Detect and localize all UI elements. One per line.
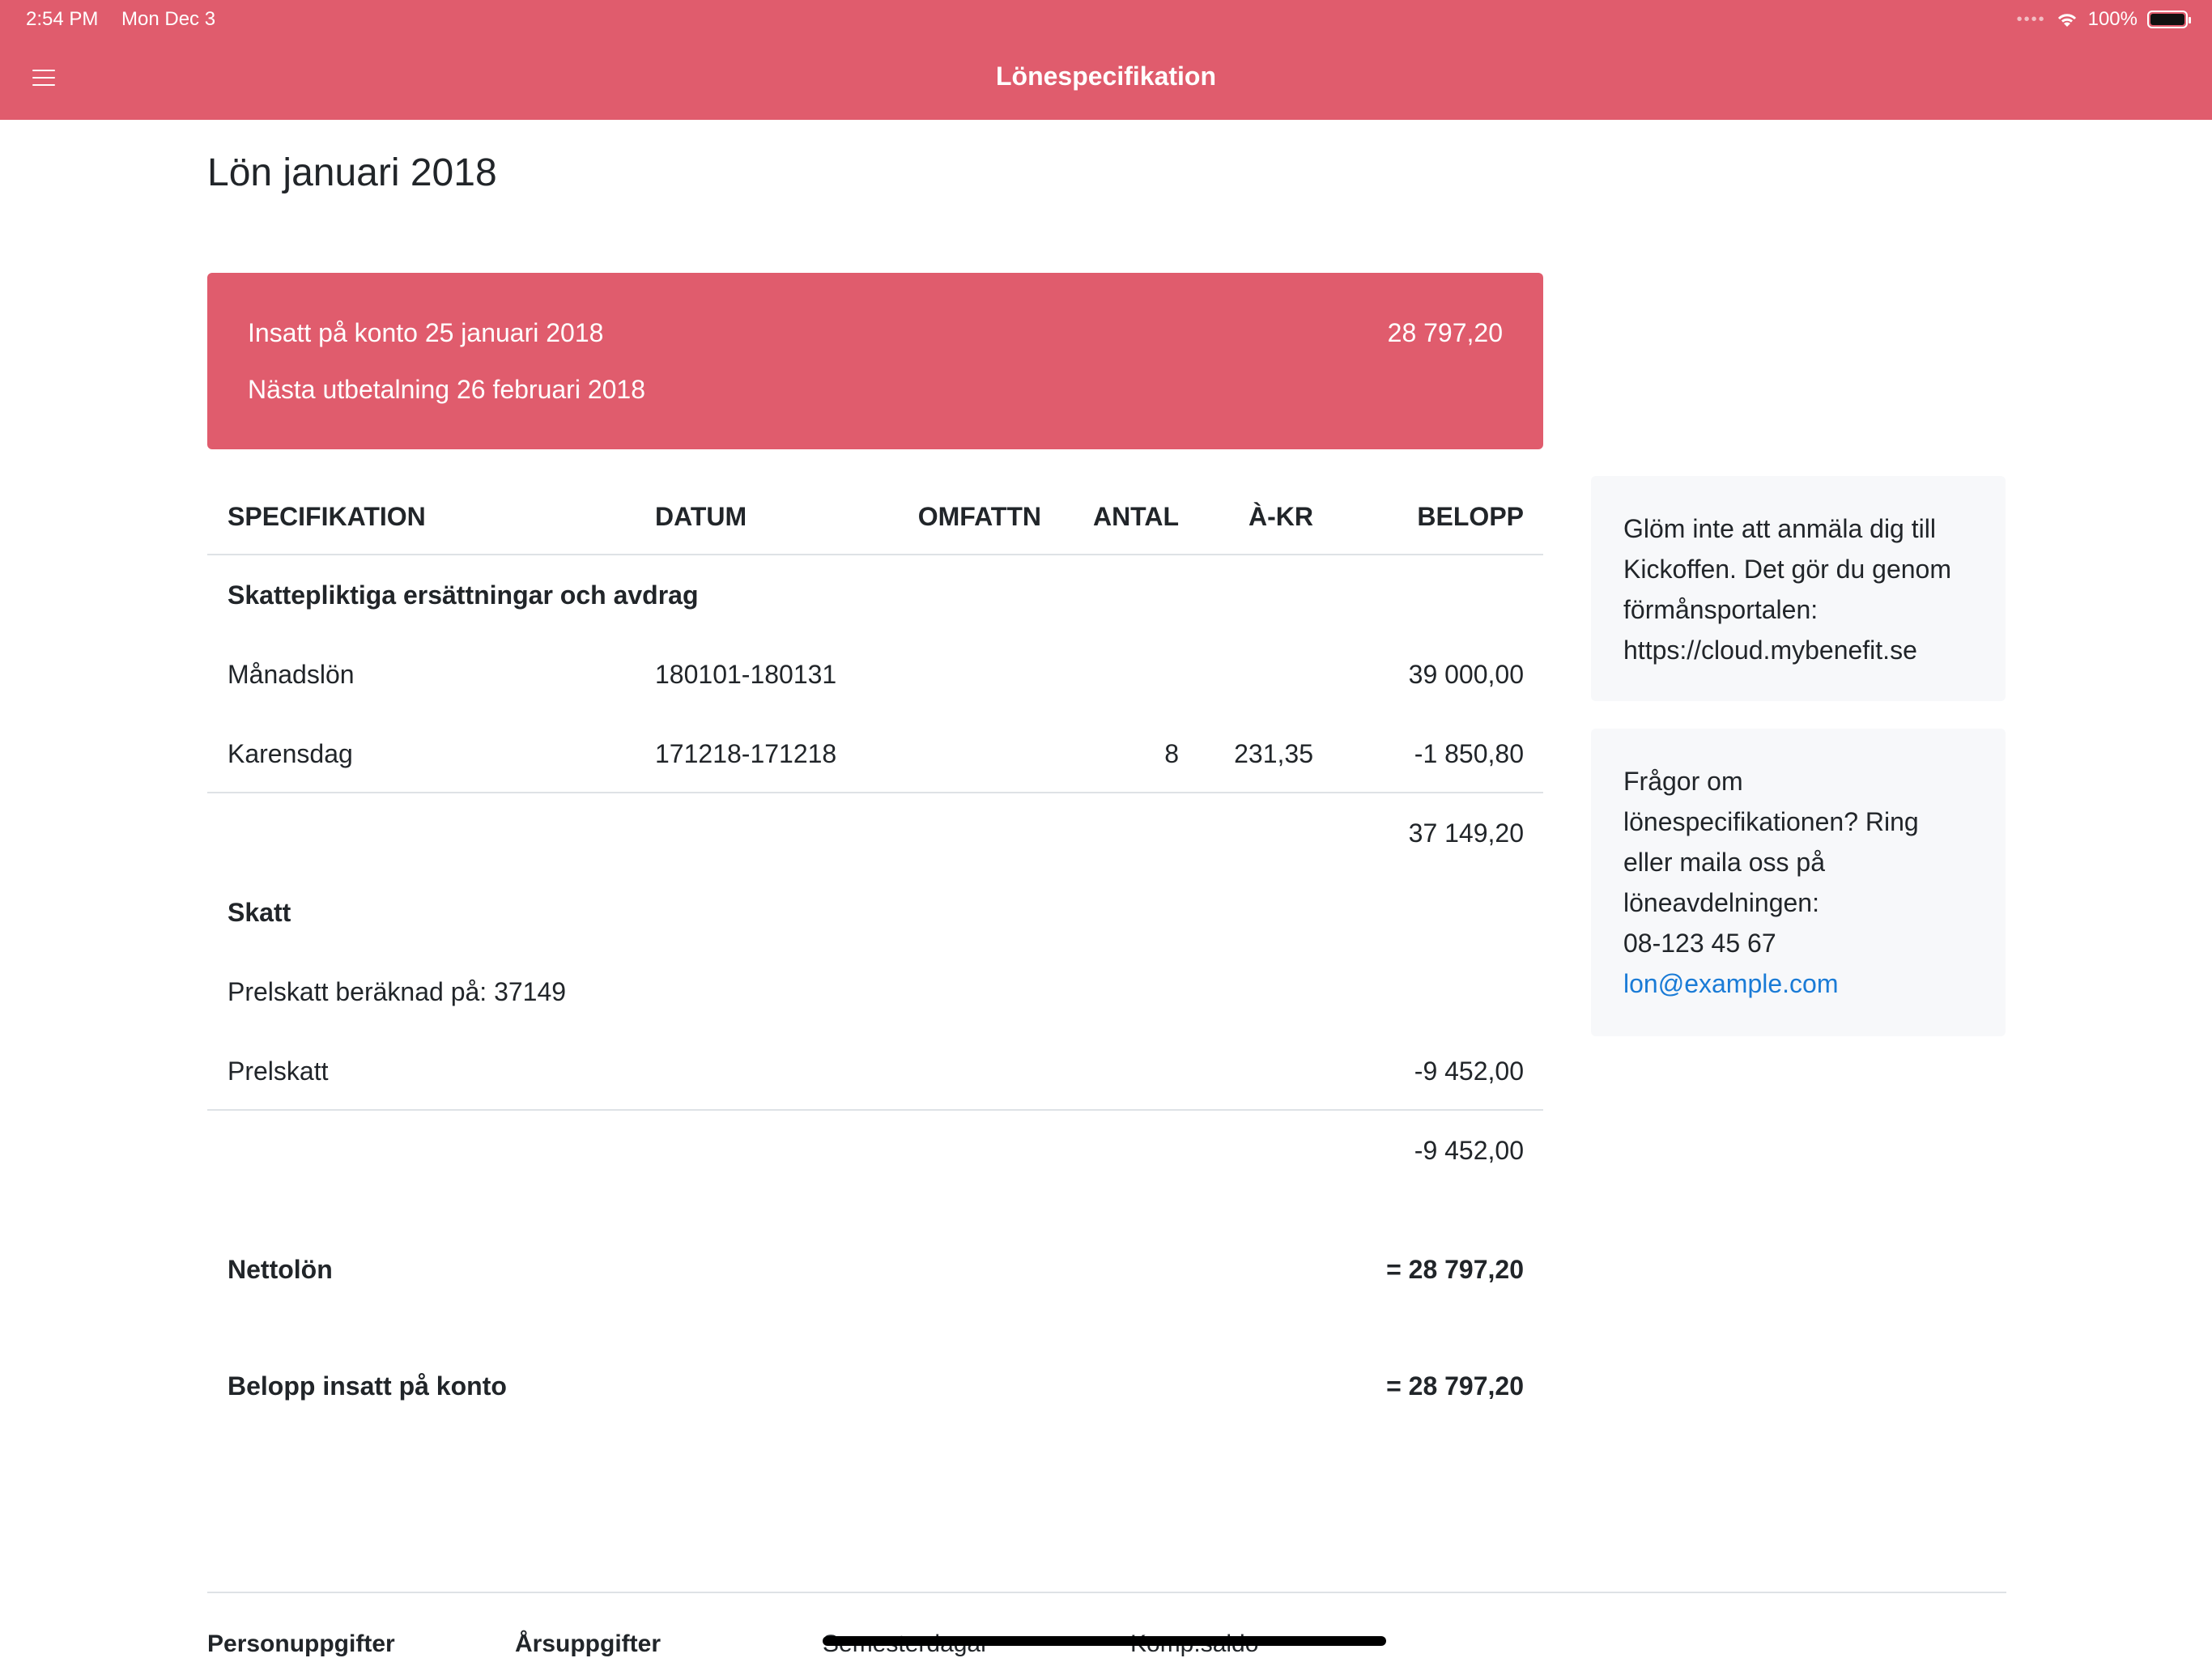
email-link[interactable]: lon@example.com [1623, 963, 1973, 1004]
wifi-icon [2057, 14, 2076, 27]
section-title: Skatt [228, 898, 291, 927]
battery-percent: 100% [2087, 8, 2138, 30]
footer-link-arsuppgifter[interactable]: Årsuppgifter [515, 1630, 661, 1658]
column-header-antal: ANTAL [1092, 502, 1179, 531]
phone-number: 08-123 45 67 [1623, 929, 1776, 958]
column-header-belopp: BELOPP [1417, 502, 1524, 531]
row-antal: 8 [1164, 739, 1179, 768]
deposited-total-row: Belopp insatt på konto = 28 797,20 [207, 1346, 1543, 1426]
next-payment-label: Nästa utbetalning 26 februari 2018 [248, 375, 646, 404]
row-belopp: -1 850,80 [1414, 739, 1524, 768]
page-title: Lön januari 2018 [207, 151, 497, 194]
home-indicator[interactable] [823, 1636, 1386, 1646]
row-spec: Månadslön [228, 660, 355, 689]
battery-icon [2147, 11, 2191, 28]
kickoff-note-text: Glöm inte att anmäla dig till Kickoffen.… [1623, 514, 1951, 665]
subtotal-value: -9 452,00 [1414, 1136, 1524, 1165]
section-title-row: Skattepliktiga ersättningar och avdrag [207, 555, 1543, 635]
questions-note-text: Frågor om lönespecifikationen? Ring elle… [1623, 767, 1919, 917]
column-header-akr: À-KR [1249, 502, 1313, 531]
net-salary-label: Nettolön [228, 1255, 333, 1284]
status-time: 2:54 PM [26, 8, 99, 30]
section-title-row: Skatt [207, 873, 1543, 952]
app-title: Lönespecifikation [995, 62, 1217, 91]
row-datum: 171218-171218 [655, 739, 837, 768]
table-row: Prelskatt -9 452,00 [207, 1031, 1543, 1111]
row-spec: Karensdag [228, 739, 353, 768]
cellular-icon: •••• [2016, 11, 2046, 28]
payment-summary-box: Insatt på konto 25 januari 2018 28 797,2… [207, 273, 1543, 449]
column-header-spec: SPECIFIKATION [228, 502, 426, 531]
row-akr: 231,35 [1234, 739, 1313, 768]
net-salary-value: = 28 797,20 [1386, 1255, 1524, 1284]
deposited-amount: 28 797,20 [1387, 318, 1503, 347]
column-header-omfattn: OMFATTN [917, 502, 1041, 531]
row-belopp: -9 452,00 [1414, 1056, 1524, 1086]
app-header: 2:54 PM Mon Dec 3 •••• 100% Lönespecifik… [0, 0, 2212, 120]
questions-note-card: Frågor om lönespecifikationen? Ring elle… [1591, 729, 2006, 1036]
subtotal-row: 37 149,20 [207, 793, 1543, 873]
footer-link-personuppgifter[interactable]: Personuppgifter [207, 1630, 395, 1658]
row-spec: Prelskatt beräknad på: 37149 [228, 977, 567, 1006]
deposited-total-label: Belopp insatt på konto [228, 1371, 507, 1401]
deposited-total-value: = 28 797,20 [1386, 1371, 1524, 1401]
column-header-datum: DATUM [655, 502, 747, 531]
status-date: Mon Dec 3 [121, 8, 216, 30]
table-header-row: SPECIFIKATION DATUM OMFATTN ANTAL À-KR B… [207, 478, 1543, 555]
subtotal-value: 37 149,20 [1408, 818, 1524, 848]
status-bar: 2:54 PM Mon Dec 3 •••• 100% [0, 0, 2212, 39]
row-belopp: 39 000,00 [1408, 660, 1524, 689]
section-title: Skattepliktiga ersättningar och avdrag [228, 580, 699, 610]
subtotal-row: -9 452,00 [207, 1111, 1543, 1190]
deposited-label: Insatt på konto 25 januari 2018 [248, 318, 604, 347]
salary-specification-table: SPECIFIKATION DATUM OMFATTN ANTAL À-KR B… [207, 478, 1543, 1426]
table-row: Prelskatt beräknad på: 37149 [207, 952, 1543, 1031]
row-datum: 180101-180131 [655, 660, 837, 689]
kickoff-note-card: Glöm inte att anmäla dig till Kickoffen.… [1591, 476, 2006, 701]
table-row: Månadslön 180101-180131 39 000,00 [207, 635, 1543, 714]
net-salary-row: Nettolön = 28 797,20 [207, 1229, 1543, 1310]
footer-divider [207, 1592, 2006, 1593]
table-row: Karensdag 171218-171218 8 231,35 -1 850,… [207, 714, 1543, 793]
status-indicators: •••• 100% [2016, 0, 2191, 39]
row-spec: Prelskatt [228, 1056, 329, 1086]
